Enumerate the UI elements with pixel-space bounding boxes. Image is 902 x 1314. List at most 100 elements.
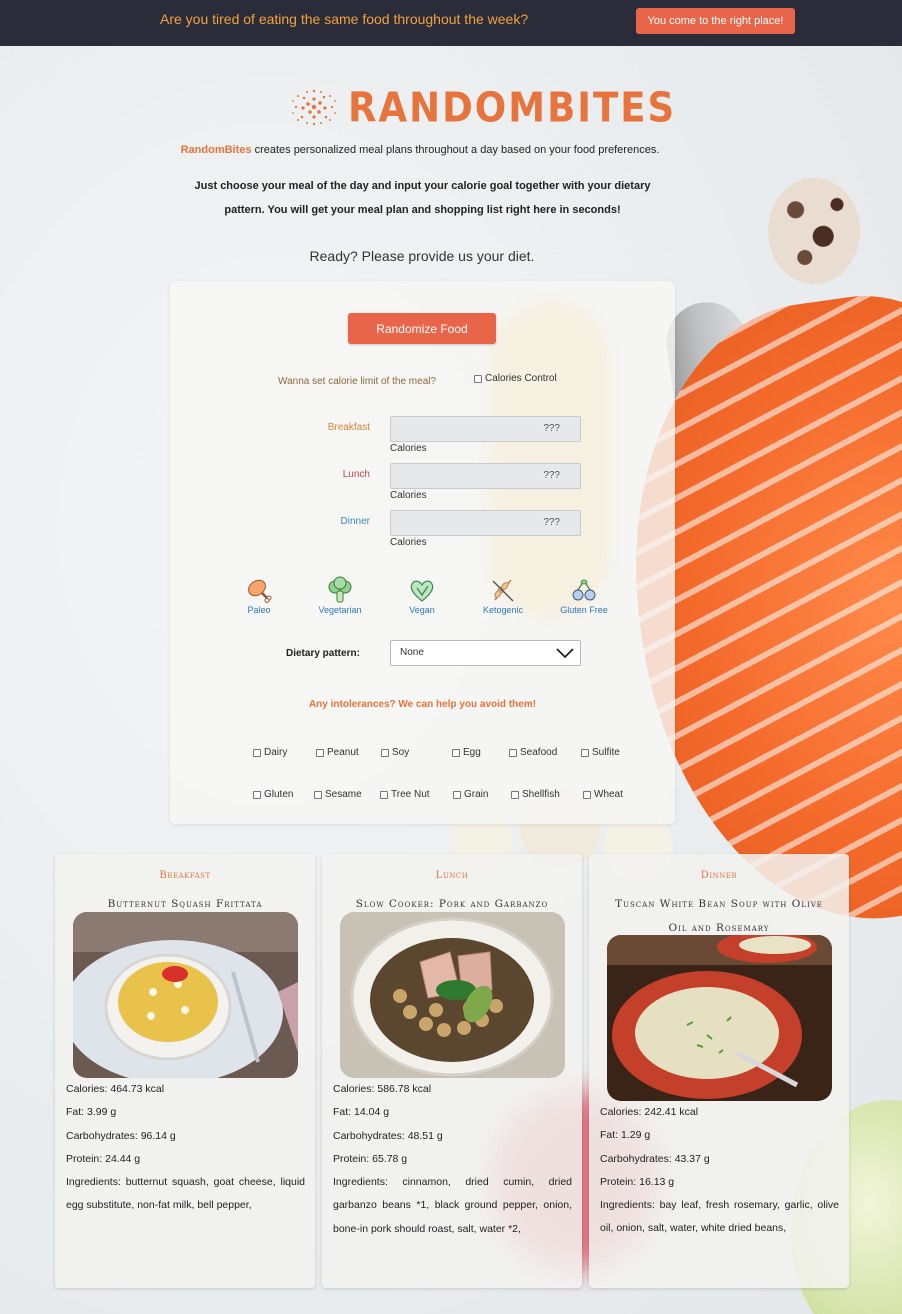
ingredients-list: Ingredients: cinnamon, dried cumin, drie… [333,1176,572,1235]
intolerance-label: Wheat [594,789,623,800]
checkbox-box[interactable] [583,790,591,799]
checkbox-box[interactable] [253,748,261,757]
banner-question: Are you tired of eating the same food th… [160,11,529,27]
intolerance-gluten[interactable]: Gluten [253,789,293,800]
diet-option-vegan[interactable]: Vegan [387,576,457,615]
chevron-down-icon [556,648,574,659]
diet-option-gluten-free[interactable]: Gluten Free [549,576,619,615]
result-card-dinner: Dinner Tuscan White Bean Soup with Olive… [589,854,849,1288]
checkbox-box[interactable] [453,790,461,799]
drumstick-icon [248,579,272,603]
intolerance-sesame[interactable]: Sesame [314,789,362,800]
checkbox-box[interactable] [581,748,589,757]
card-meal-label: Lunch [435,870,469,881]
intolerance-peanut[interactable]: Peanut [316,747,359,758]
dinner-unit: Calories [390,537,427,548]
dietary-pattern-select[interactable]: None [390,640,581,666]
protein-value: Protein: 65.78 g [333,1152,408,1165]
diet-form-panel: Randomize Food Wanna set calorie limit o… [170,281,675,824]
calories-control-label: Calories Control [485,373,557,384]
carbs-value: Carbohydrates: 43.37 g [600,1152,710,1165]
broccoli-icon [328,576,352,603]
intolerance-dairy[interactable]: Dairy [253,747,287,758]
carbs-value: Carbohydrates: 96.14 g [66,1129,176,1142]
heart-leaf-icon [410,580,434,602]
intolerance-label: Grain [464,789,489,800]
lunch-label: Lunch [342,469,370,480]
checkbox-box[interactable] [380,790,388,799]
checkbox-box[interactable] [316,748,324,757]
dinner-calories-input[interactable]: ??? [390,510,581,536]
diet-label-vegan: Vegan [409,605,435,615]
intolerance-egg[interactable]: Egg [452,747,481,758]
checkbox-box[interactable] [253,790,261,799]
breakfast-unit: Calories [390,443,427,454]
calories-value: Calories: 242.41 kcal [600,1106,699,1118]
intolerance-label: Sulfite [592,747,620,758]
nutrition-info: Calories: 464.73 kcal Fat: 3.99 g Carboh… [66,1078,305,1218]
intolerance-label: Dairy [264,747,288,758]
grains-icon [572,579,596,601]
breakfast-calories-input[interactable]: ??? [390,416,581,442]
dietary-pattern-value: None [400,647,424,658]
logo-dots-icon [292,89,336,126]
diet-label-paleo: Paleo [247,605,271,615]
protein-value: Protein: 16.13 g [600,1175,675,1188]
checkbox-box[interactable] [381,748,389,757]
ingredients-list: Ingredients: bay leaf, fresh rosemary, g… [600,1199,839,1235]
intolerance-label: Seafood [520,747,558,758]
intolerance-soy[interactable]: Soy [381,747,409,758]
intro-line-1: RandomBites creates personalized meal pl… [0,144,840,156]
checkbox-box[interactable] [511,790,519,799]
no-wheat-icon [492,579,514,602]
result-card-lunch: Lunch Slow Cooker: Pork and Garbanzo Bea… [322,854,582,1288]
intolerance-label: Shellfish [522,789,560,800]
fat-value: Fat: 3.99 g [66,1106,117,1119]
intolerance-label: Peanut [327,747,359,758]
intolerance-wheat[interactable]: Wheat [583,789,623,800]
logo: RANDOMBITES [290,83,677,131]
intolerance-sulfite[interactable]: Sulfite [581,747,620,758]
diet-option-ketogenic[interactable]: Ketogenic [468,576,538,615]
diet-label-ketogenic: Ketogenic [482,605,524,615]
intolerance-label: Egg [463,747,481,758]
checkbox-box[interactable] [509,748,517,757]
diet-option-vegetarian[interactable]: Vegetarian [305,576,375,615]
protein-value: Protein: 24.44 g [66,1152,141,1165]
intro-line-1-text: creates personalized meal plans througho… [254,144,660,156]
recipe-title: Tuscan White Bean Soup with Olive Oil an… [615,898,823,934]
checkbox-box[interactable] [314,790,322,799]
result-card-breakfast: Breakfast Butternut Squash Frittata Calo… [55,854,315,1288]
diet-option-paleo[interactable]: Paleo [224,576,294,615]
right-place-button[interactable]: You come to the right place! [636,8,795,34]
intolerance-label: Sesame [325,789,362,800]
intolerance-shellfish[interactable]: Shellfish [511,789,560,800]
intolerance-label: Gluten [264,789,294,800]
recipe-image[interactable] [607,935,832,1101]
intolerance-label: Soy [392,747,410,758]
top-banner: Are you tired of eating the same food th… [0,0,902,46]
intolerance-label: Tree Nut [391,789,430,800]
randomize-food-button[interactable]: Randomize Food [348,313,496,344]
calories-control-checkbox[interactable]: Calories Control [474,373,557,384]
fat-value: Fat: 14.04 g [333,1106,390,1119]
intolerance-seafood[interactable]: Seafood [509,747,557,758]
calories-value: Calories: 464.73 kcal [66,1083,165,1095]
brand-name: RandomBites [180,144,252,156]
intolerance-tree-nut[interactable]: Tree Nut [380,789,430,800]
diet-label-vegetarian: Vegetarian [318,605,362,615]
intolerance-grain[interactable]: Grain [453,789,488,800]
checkbox-box[interactable] [452,748,460,757]
ingredients-list: Ingredients: butternut squash, goat chee… [66,1176,305,1212]
calories-value: Calories: 586.78 kcal [333,1083,432,1095]
lunch-calories-input[interactable]: ??? [390,463,581,489]
ready-prompt: Ready? Please provide us your diet. [309,248,535,264]
dinner-label: Dinner [340,516,370,527]
logo-text: RANDOMBITES [348,83,677,131]
recipe-image[interactable] [73,912,298,1078]
breakfast-label: Breakfast [327,422,370,433]
recipe-image[interactable] [340,912,565,1078]
carbs-value: Carbohydrates: 48.51 g [333,1129,443,1142]
checkbox-box[interactable] [474,374,482,383]
fat-value: Fat: 1.29 g [600,1129,651,1142]
